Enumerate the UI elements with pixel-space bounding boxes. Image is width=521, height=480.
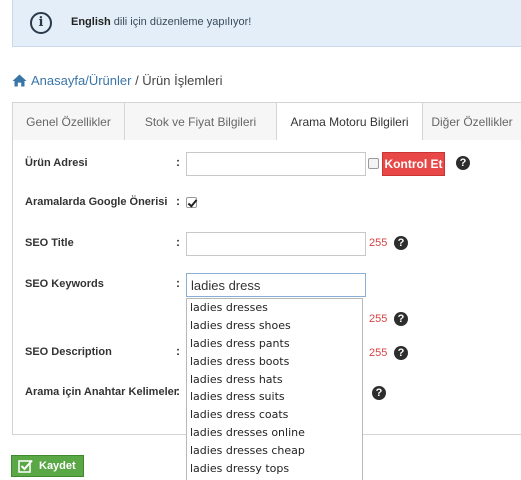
notice-message: dili için düzenleme yapılıyor! xyxy=(110,16,252,28)
notice-language: English xyxy=(71,16,111,28)
tab-other[interactable]: Diğer Özellikler xyxy=(422,102,521,141)
tab-bar: Genel Özellikler Stok ve Fiyat Bilgileri… xyxy=(12,102,521,142)
suggestion-item[interactable]: ladies dress boots xyxy=(187,353,362,371)
seo-keywords-label: SEO Keywords xyxy=(25,278,104,290)
colon: : xyxy=(176,194,180,208)
colon: : xyxy=(176,276,180,290)
language-notice: i English dili için düzenleme yapılıyor! xyxy=(12,0,521,47)
home-icon xyxy=(12,74,27,87)
breadcrumb-current: Ürün İşlemleri xyxy=(142,73,223,88)
seo-description-char-count: 255 xyxy=(369,347,388,359)
suggestion-item[interactable]: ladies dress suits xyxy=(187,388,362,406)
suggestion-item[interactable]: ladies dresses online xyxy=(187,424,362,442)
suggestion-item[interactable]: ladies dress hats xyxy=(187,371,362,389)
suggestion-item[interactable]: ladies dresses cheap xyxy=(187,442,362,460)
checkbox-icon xyxy=(18,459,33,473)
help-icon[interactable]: ? xyxy=(394,346,408,360)
tab-seo[interactable]: Arama Motoru Bilgileri xyxy=(276,102,423,142)
help-icon[interactable]: ? xyxy=(456,156,470,170)
info-icon: i xyxy=(30,12,52,34)
seo-title-label: SEO Title xyxy=(25,237,74,249)
product-url-label: Ürün Adresi xyxy=(25,157,88,169)
suggestion-item[interactable]: ladies dress shoes xyxy=(187,317,362,335)
notice-text: English dili için düzenleme yapılıyor! xyxy=(71,16,251,28)
save-button[interactable]: Kaydet xyxy=(11,455,84,477)
breadcrumb-link[interactable]: Anasayfa/Ürünler xyxy=(31,73,131,88)
product-url-input[interactable] xyxy=(186,152,366,176)
suggestion-item[interactable]: ladies dresses xyxy=(187,299,362,317)
suggestion-item[interactable]: ladies dressy tops xyxy=(187,460,362,478)
help-icon[interactable]: ? xyxy=(394,312,408,326)
help-icon[interactable]: ? xyxy=(394,236,408,250)
search-keywords-label: Arama için Anahtar Kelimeler xyxy=(25,386,179,398)
seo-keywords-input[interactable] xyxy=(186,273,366,297)
google-suggest-checkbox[interactable] xyxy=(186,197,197,208)
tab-general[interactable]: Genel Özellikler xyxy=(12,102,125,141)
google-suggest-label: Aramalarda Google Önerisi xyxy=(25,196,168,208)
suggestion-item[interactable]: ladies dress coats xyxy=(187,406,362,424)
help-icon[interactable]: ? xyxy=(372,386,386,400)
seo-description-label: SEO Description xyxy=(25,346,112,358)
breadcrumb-separator: / xyxy=(131,73,143,88)
breadcrumb: Anasayfa/Ürünler / Ürün İşlemleri xyxy=(12,73,222,88)
suggestion-item[interactable]: ladies dress pants xyxy=(187,335,362,353)
save-button-label: Kaydet xyxy=(39,460,76,472)
seo-keywords-char-count: 255 xyxy=(369,313,388,325)
seo-title-input[interactable] xyxy=(186,232,366,256)
check-url-button[interactable]: Kontrol Et xyxy=(382,152,445,176)
seo-title-char-count: 255 xyxy=(369,237,388,249)
colon: : xyxy=(176,155,180,169)
colon: : xyxy=(176,235,180,249)
tab-stock-price[interactable]: Stok ve Fiyat Bilgileri xyxy=(124,102,277,141)
colon: : xyxy=(176,344,180,358)
keyword-suggestions: ladies dresses ladies dress shoes ladies… xyxy=(186,298,363,480)
product-url-checkbox[interactable] xyxy=(368,158,379,169)
colon: : xyxy=(176,384,180,398)
